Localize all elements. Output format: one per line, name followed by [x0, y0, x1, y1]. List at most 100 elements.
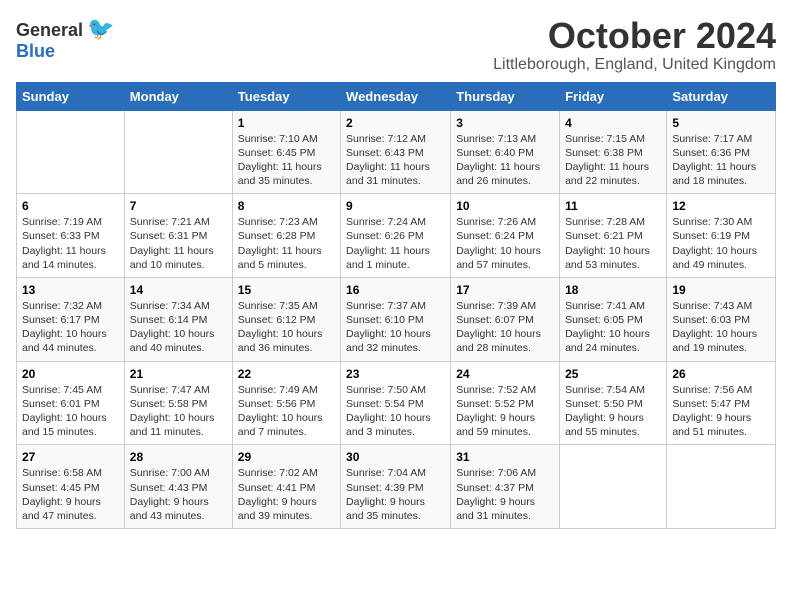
- location: Littleborough, England, United Kingdom: [493, 56, 776, 74]
- col-header-thursday: Thursday: [451, 82, 560, 110]
- calendar-cell: 22Sunrise: 7:49 AMSunset: 5:56 PMDayligh…: [232, 361, 340, 445]
- day-info: Sunrise: 7:41 AMSunset: 6:05 PMDaylight:…: [565, 299, 661, 356]
- calendar-cell: 27 Sunrise: 6:58 AMSunset: 4:45 PMDayligh…: [17, 445, 125, 529]
- col-header-tuesday: Tuesday: [232, 82, 340, 110]
- day-info: Sunrise: 6:58 AMSunset: 4:45 PMDaylight:…: [22, 466, 119, 523]
- title-area: October 2024 Littleborough, England, Uni…: [493, 16, 776, 74]
- day-info: Sunrise: 7:00 AMSunset: 4:43 PMDaylight:…: [130, 466, 227, 523]
- calendar-table: SundayMondayTuesdayWednesdayThursdayFrid…: [16, 82, 776, 529]
- calendar-cell: 18 Sunrise: 7:41 AMSunset: 6:05 PMDayligh…: [560, 277, 667, 361]
- calendar-week-2: 6 Sunrise: 7:19 AMSunset: 6:33 PMDaylight…: [17, 194, 776, 278]
- day-info: Sunrise: 7:52 AMSunset: 5:52 PMDaylight:…: [456, 383, 554, 440]
- calendar-header-row: SundayMondayTuesdayWednesdayThursdayFrid…: [17, 82, 776, 110]
- calendar-week-5: 27 Sunrise: 6:58 AMSunset: 4:45 PMDayligh…: [17, 445, 776, 529]
- col-header-monday: Monday: [124, 82, 232, 110]
- day-number: 8: [238, 199, 335, 213]
- day-info: Sunrise: 7:47 AMSunset: 5:58 PMDaylight:…: [130, 383, 227, 440]
- calendar-cell: 26Sunrise: 7:56 AMSunset: 5:47 PMDayligh…: [667, 361, 776, 445]
- day-number: 24: [456, 367, 554, 381]
- header: General🐦 Blue October 2024 Littleborough…: [16, 16, 776, 74]
- day-number: 1: [238, 116, 335, 130]
- calendar-cell: 20 Sunrise: 7:45 AMSunset: 6:01 PMDayligh…: [17, 361, 125, 445]
- calendar-cell: 14 Sunrise: 7:34 AMSunset: 6:14 PMDayligh…: [124, 277, 232, 361]
- day-info: Sunrise: 7:02 AMSunset: 4:41 PMDaylight:…: [238, 466, 335, 523]
- calendar-cell: 24 Sunrise: 7:52 AMSunset: 5:52 PMDayligh…: [451, 361, 560, 445]
- calendar-cell: 16 Sunrise: 7:37 AMSunset: 6:10 PMDayligh…: [341, 277, 451, 361]
- day-info: Sunrise: 7:43 AMSunset: 6:03 PMDaylight:…: [672, 299, 770, 356]
- calendar-cell: 17 Sunrise: 7:39 AMSunset: 6:07 PMDayligh…: [451, 277, 560, 361]
- day-number: 25: [565, 367, 661, 381]
- calendar-cell: 13 Sunrise: 7:32 AMSunset: 6:17 PMDayligh…: [17, 277, 125, 361]
- calendar-cell: 2 Sunrise: 7:12 AMSunset: 6:43 PMDaylight…: [341, 110, 451, 194]
- day-number: 31: [456, 450, 554, 464]
- calendar-cell: 28 Sunrise: 7:00 AMSunset: 4:43 PMDayligh…: [124, 445, 232, 529]
- day-number: 4: [565, 116, 661, 130]
- logo-bird-icon: 🐦: [87, 16, 114, 41]
- day-number: 23: [346, 367, 445, 381]
- col-header-saturday: Saturday: [667, 82, 776, 110]
- day-info: Sunrise: 7:04 AMSunset: 4:39 PMDaylight:…: [346, 466, 445, 523]
- day-info: Sunrise: 7:24 AMSunset: 6:26 PMDaylight:…: [346, 215, 445, 272]
- day-info: Sunrise: 7:35 AMSunset: 6:12 PMDaylight:…: [238, 299, 335, 356]
- calendar-cell: 6 Sunrise: 7:19 AMSunset: 6:33 PMDaylight…: [17, 194, 125, 278]
- day-number: 17: [456, 283, 554, 297]
- logo: General🐦 Blue: [16, 16, 114, 62]
- day-number: 20: [22, 367, 119, 381]
- day-number: 15: [238, 283, 335, 297]
- day-number: 12: [672, 199, 770, 213]
- day-number: 2: [346, 116, 445, 130]
- col-header-friday: Friday: [560, 82, 667, 110]
- day-number: 7: [130, 199, 227, 213]
- calendar-cell: 21Sunrise: 7:47 AMSunset: 5:58 PMDayligh…: [124, 361, 232, 445]
- day-info: Sunrise: 7:34 AMSunset: 6:14 PMDaylight:…: [130, 299, 227, 356]
- day-number: 5: [672, 116, 770, 130]
- day-info: Sunrise: 7:12 AMSunset: 6:43 PMDaylight:…: [346, 132, 445, 189]
- calendar-cell: 15 Sunrise: 7:35 AMSunset: 6:12 PMDayligh…: [232, 277, 340, 361]
- col-header-wednesday: Wednesday: [341, 82, 451, 110]
- day-info: Sunrise: 7:56 AMSunset: 5:47 PMDaylight:…: [672, 383, 770, 440]
- day-info: Sunrise: 7:39 AMSunset: 6:07 PMDaylight:…: [456, 299, 554, 356]
- calendar-cell: [124, 110, 232, 194]
- month-title: October 2024: [493, 16, 776, 56]
- day-number: 6: [22, 199, 119, 213]
- calendar-cell: 7Sunrise: 7:21 AMSunset: 6:31 PMDaylight…: [124, 194, 232, 278]
- day-number: 10: [456, 199, 554, 213]
- calendar-cell: 4 Sunrise: 7:15 AMSunset: 6:38 PMDaylight…: [560, 110, 667, 194]
- day-info: Sunrise: 7:50 AMSunset: 5:54 PMDaylight:…: [346, 383, 445, 440]
- day-number: 16: [346, 283, 445, 297]
- day-info: Sunrise: 7:15 AMSunset: 6:38 PMDaylight:…: [565, 132, 661, 189]
- day-number: 22: [238, 367, 335, 381]
- day-info: Sunrise: 7:45 AMSunset: 6:01 PMDaylight:…: [22, 383, 119, 440]
- day-number: 30: [346, 450, 445, 464]
- day-number: 19: [672, 283, 770, 297]
- day-info: Sunrise: 7:06 AMSunset: 4:37 PMDaylight:…: [456, 466, 554, 523]
- day-info: Sunrise: 7:30 AMSunset: 6:19 PMDaylight:…: [672, 215, 770, 272]
- calendar-cell: 29 Sunrise: 7:02 AMSunset: 4:41 PMDayligh…: [232, 445, 340, 529]
- day-number: 29: [238, 450, 335, 464]
- calendar-cell: 31 Sunrise: 7:06 AMSunset: 4:37 PMDayligh…: [451, 445, 560, 529]
- calendar-cell: 12 Sunrise: 7:30 AMSunset: 6:19 PMDayligh…: [667, 194, 776, 278]
- day-number: 9: [346, 199, 445, 213]
- calendar-cell: 19 Sunrise: 7:43 AMSunset: 6:03 PMDayligh…: [667, 277, 776, 361]
- day-info: Sunrise: 7:17 AMSunset: 6:36 PMDaylight:…: [672, 132, 770, 189]
- calendar-cell: [17, 110, 125, 194]
- day-info: Sunrise: 7:10 AMSunset: 6:45 PMDaylight:…: [238, 132, 335, 189]
- day-info: Sunrise: 7:32 AMSunset: 6:17 PMDaylight:…: [22, 299, 119, 356]
- day-number: 13: [22, 283, 119, 297]
- day-number: 18: [565, 283, 661, 297]
- day-number: 14: [130, 283, 227, 297]
- day-info: Sunrise: 7:26 AMSunset: 6:24 PMDaylight:…: [456, 215, 554, 272]
- calendar-cell: 11Sunrise: 7:28 AMSunset: 6:21 PMDayligh…: [560, 194, 667, 278]
- logo-text: General🐦 Blue: [16, 16, 114, 62]
- logo-general: General: [16, 20, 83, 40]
- calendar-cell: 8Sunrise: 7:23 AMSunset: 6:28 PMDaylight…: [232, 194, 340, 278]
- day-number: 27: [22, 450, 119, 464]
- day-info: Sunrise: 7:19 AMSunset: 6:33 PMDaylight:…: [22, 215, 119, 272]
- day-number: 28: [130, 450, 227, 464]
- calendar-cell: 3Sunrise: 7:13 AMSunset: 6:40 PMDaylight…: [451, 110, 560, 194]
- day-number: 11: [565, 199, 661, 213]
- calendar-cell: 23 Sunrise: 7:50 AMSunset: 5:54 PMDayligh…: [341, 361, 451, 445]
- calendar-week-4: 20 Sunrise: 7:45 AMSunset: 6:01 PMDayligh…: [17, 361, 776, 445]
- day-info: Sunrise: 7:54 AMSunset: 5:50 PMDaylight:…: [565, 383, 661, 440]
- day-info: Sunrise: 7:37 AMSunset: 6:10 PMDaylight:…: [346, 299, 445, 356]
